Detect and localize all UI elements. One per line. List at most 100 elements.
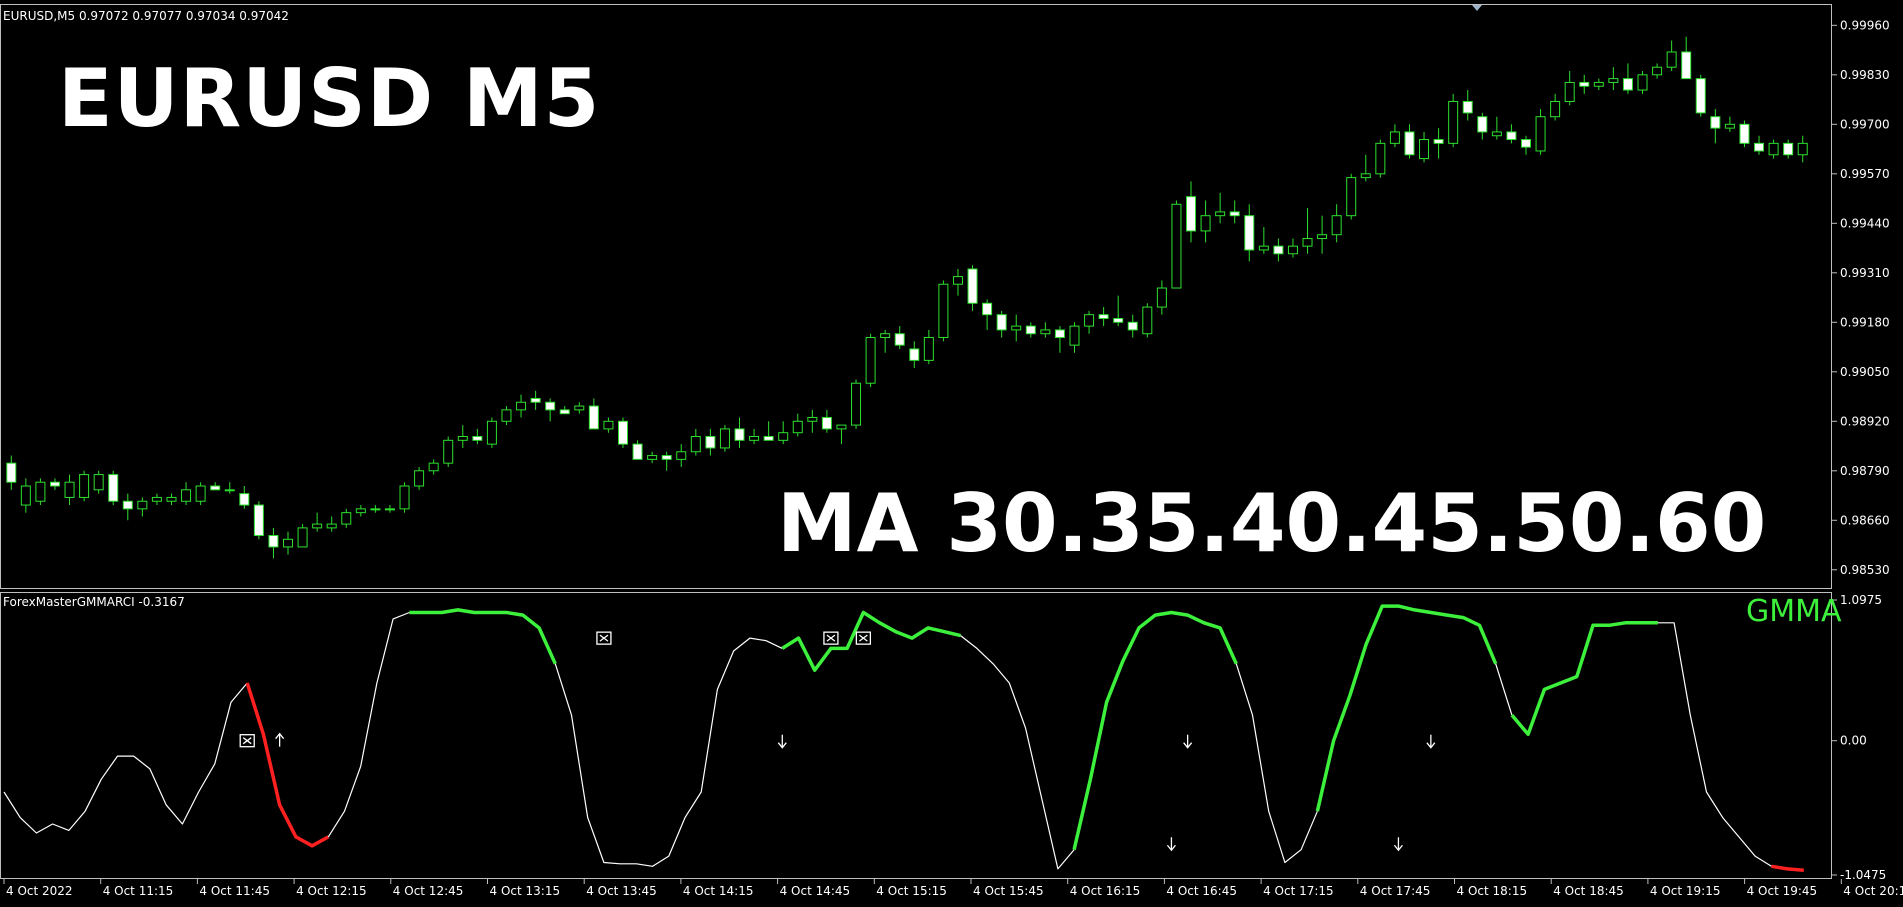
indicator-line-segment bbox=[1771, 864, 1804, 872]
candle-body bbox=[1652, 66, 1663, 76]
candle-body bbox=[1113, 317, 1124, 323]
candle-body bbox=[501, 409, 512, 422]
candle-body bbox=[93, 474, 104, 491]
time-tick-label: 4 Oct 13:45 bbox=[586, 884, 657, 898]
candle-body bbox=[1579, 81, 1590, 87]
indicator-info: ForexMasterGMMARCI -0.3167 bbox=[3, 595, 185, 609]
time-tick-label: 4 Oct 11:15 bbox=[103, 884, 174, 898]
candle-body bbox=[1317, 234, 1328, 240]
candle-body bbox=[1200, 215, 1211, 232]
candle-body bbox=[1754, 142, 1765, 152]
time-tick-label: 4 Oct 18:45 bbox=[1553, 884, 1624, 898]
candle-body bbox=[851, 382, 862, 426]
candle-body bbox=[1520, 139, 1531, 148]
candle-body bbox=[35, 481, 46, 502]
candle-body bbox=[1229, 211, 1240, 217]
candle-body bbox=[297, 527, 308, 548]
candle-body bbox=[661, 455, 672, 460]
time-tick-label: 4 Oct 16:45 bbox=[1166, 884, 1237, 898]
price-tick-label: 0.99310 bbox=[1840, 266, 1890, 280]
indicator-line-segment bbox=[781, 610, 962, 672]
indicator-line-segment bbox=[245, 682, 330, 848]
candle-body bbox=[719, 428, 730, 449]
indicator-tick-label: 1.0975 bbox=[1840, 593, 1882, 607]
time-tick-label: 4 Oct 15:45 bbox=[973, 884, 1044, 898]
indicator-line-segment bbox=[327, 611, 410, 838]
indicator-line-segment bbox=[1315, 604, 1498, 812]
candle-body bbox=[1681, 51, 1692, 80]
candle-body bbox=[283, 538, 294, 548]
candle-body bbox=[20, 485, 31, 506]
candle-body bbox=[1477, 116, 1488, 133]
time-tick-label: 4 Oct 14:15 bbox=[683, 884, 754, 898]
candle-body bbox=[1375, 142, 1386, 175]
candle-body bbox=[923, 337, 934, 361]
candle-body bbox=[676, 451, 687, 460]
indicator-line-segment bbox=[1510, 621, 1658, 737]
ma-overlay-label: MA 30.35.40.45.50.60 bbox=[777, 477, 1767, 570]
candle-body bbox=[1462, 100, 1473, 114]
candle-body bbox=[1739, 123, 1750, 144]
indicator-line-segment bbox=[409, 608, 557, 665]
candle-body bbox=[1710, 116, 1721, 129]
candle-body bbox=[224, 489, 235, 492]
candle-body bbox=[690, 436, 701, 453]
candle-body bbox=[137, 500, 148, 510]
candle-body bbox=[472, 436, 483, 441]
candle-body bbox=[1098, 314, 1109, 319]
candle-body bbox=[821, 416, 832, 430]
candle-body bbox=[749, 436, 760, 441]
candle-body bbox=[6, 462, 17, 483]
candle-body bbox=[1244, 215, 1255, 251]
price-tick-label: 0.98920 bbox=[1840, 414, 1890, 428]
candle-body bbox=[1695, 78, 1706, 114]
time-tick-label: 4 Oct 19:15 bbox=[1650, 884, 1721, 898]
shift-marker-icon bbox=[1472, 5, 1482, 11]
candle-body bbox=[384, 508, 395, 511]
candle-body bbox=[1215, 211, 1226, 217]
candle-body bbox=[1156, 287, 1167, 308]
candle-body bbox=[1404, 131, 1415, 156]
price-tick-label: 0.99700 bbox=[1840, 117, 1890, 131]
candle-body bbox=[253, 504, 264, 537]
price-tick-label: 0.99180 bbox=[1840, 315, 1890, 329]
candle-body bbox=[1054, 329, 1065, 339]
price-tick-label: 0.99830 bbox=[1840, 68, 1890, 82]
candle-body bbox=[1186, 196, 1197, 232]
time-tick-label: 4 Oct 16:15 bbox=[1070, 884, 1141, 898]
candle-body bbox=[1783, 142, 1794, 156]
candle-body bbox=[967, 268, 978, 304]
price-tick-label: 0.99440 bbox=[1840, 216, 1890, 230]
candle-body bbox=[1069, 325, 1080, 346]
time-tick-label: 4 Oct 11:45 bbox=[199, 884, 270, 898]
time-tick-label: 4 Oct 2022 bbox=[6, 884, 73, 898]
pair-overlay-label: EURUSD M5 bbox=[58, 52, 601, 145]
price-tick-label: 0.99050 bbox=[1840, 365, 1890, 379]
candle-body bbox=[880, 333, 891, 339]
candle-body bbox=[268, 535, 279, 548]
time-tick-label: 4 Oct 14:45 bbox=[780, 884, 851, 898]
time-tick-label: 4 Oct 19:45 bbox=[1747, 884, 1818, 898]
candle-body bbox=[1084, 314, 1095, 327]
indicator-line-segment bbox=[1235, 663, 1318, 864]
candle-body bbox=[414, 470, 425, 487]
candle-body bbox=[705, 436, 716, 449]
candle-body bbox=[996, 314, 1007, 331]
candle-body bbox=[486, 420, 497, 445]
candle-body bbox=[617, 420, 628, 445]
indicator-line-segment bbox=[1657, 622, 1772, 867]
candle-body bbox=[1302, 238, 1313, 247]
gmma-label: GMMA bbox=[1746, 594, 1842, 629]
candle-body bbox=[1797, 142, 1808, 156]
candle-body bbox=[1622, 78, 1633, 91]
candle-body bbox=[865, 337, 876, 384]
candle-body bbox=[1666, 51, 1677, 68]
time-tick-label: 4 Oct 12:45 bbox=[393, 884, 464, 898]
candle-body bbox=[64, 481, 75, 498]
candle-body bbox=[370, 508, 381, 511]
candle-body bbox=[1491, 131, 1502, 137]
candle-body bbox=[108, 474, 119, 502]
candle-body bbox=[792, 420, 803, 434]
time-tick-label: 4 Oct 20:15 bbox=[1843, 884, 1903, 898]
candle-body bbox=[1171, 203, 1182, 289]
